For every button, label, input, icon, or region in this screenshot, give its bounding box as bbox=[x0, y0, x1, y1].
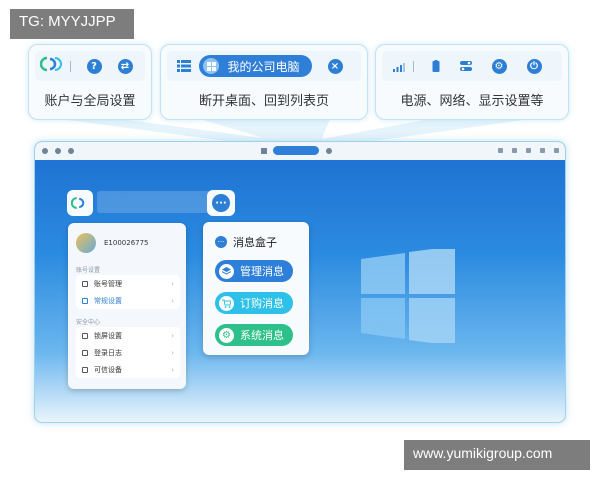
layers-icon bbox=[219, 263, 234, 279]
power-icon[interactable] bbox=[554, 148, 559, 153]
group-label: 账号设置 bbox=[76, 267, 101, 274]
help-icon[interactable]: ? bbox=[86, 58, 102, 74]
toggle-icon[interactable] bbox=[526, 148, 531, 153]
computer-name-pill[interactable]: 我的公司电脑 bbox=[199, 55, 312, 77]
list-icon[interactable] bbox=[177, 57, 192, 76]
app-logo-button[interactable] bbox=[67, 190, 93, 216]
computer-name-label: 我的公司电脑 bbox=[227, 59, 300, 74]
lock-icon bbox=[82, 332, 88, 339]
chevron-right-icon: › bbox=[171, 331, 174, 340]
chevron-right-icon: › bbox=[171, 296, 174, 305]
app-logo-icon[interactable] bbox=[39, 56, 62, 76]
battery-icon[interactable] bbox=[512, 148, 517, 153]
app-strip bbox=[97, 191, 217, 213]
callout-disconnect: 我的公司电脑 × 断开桌面、回到列表页 bbox=[160, 44, 368, 120]
account-panel: E100026775 账号设置 账号管理 › 常规设置 › 安全中心 锁屏设置 … bbox=[68, 223, 186, 389]
remote-desktop-screen: E100026775 账号设置 账号管理 › 常规设置 › 安全中心 锁屏设置 … bbox=[34, 141, 566, 423]
watermark-top-left: TG: MYYJJPP bbox=[10, 9, 134, 39]
chevron-right-icon: › bbox=[171, 365, 174, 374]
list-icon[interactable] bbox=[261, 147, 267, 154]
message-panel-title: ··· 消息盒子 bbox=[215, 234, 277, 250]
windows-icon bbox=[203, 58, 220, 74]
signal-icon[interactable] bbox=[498, 148, 503, 153]
menu-item-lock-screen[interactable]: 锁屏设置 › bbox=[76, 327, 180, 344]
sliders-icon bbox=[82, 297, 88, 304]
account-id: E100026775 bbox=[104, 239, 149, 247]
menu-item-trusted-devices[interactable]: 可信设备 › bbox=[76, 361, 180, 378]
menu-item-label: 账号管理 bbox=[94, 279, 122, 288]
refresh-icon[interactable]: ⇄ bbox=[117, 58, 133, 74]
refresh-icon[interactable] bbox=[68, 148, 74, 154]
message-button[interactable]: ··· bbox=[207, 190, 235, 216]
chevron-right-icon: › bbox=[171, 279, 174, 288]
menu-item-label: 可信设备 bbox=[94, 365, 122, 374]
manage-messages-button[interactable]: 管理消息 bbox=[215, 260, 293, 282]
security-menu: 锁屏设置 › 登录日志 › 可信设备 › bbox=[76, 327, 180, 378]
callout-system-settings: ⚙ ⏻ 电源、网络、显示设置等 bbox=[375, 44, 569, 120]
message-icon: ··· bbox=[212, 194, 230, 212]
gear-icon[interactable] bbox=[540, 148, 545, 153]
chevron-right-icon: › bbox=[171, 348, 174, 357]
gear-icon: ⚙ bbox=[219, 327, 234, 343]
toggle-icon[interactable] bbox=[459, 57, 472, 76]
callout-caption: 账户与全局设置 bbox=[44, 94, 136, 109]
system-messages-button[interactable]: ⚙ 系统消息 bbox=[215, 324, 293, 346]
app-logo-icon bbox=[71, 197, 85, 209]
callout-caption: 电源、网络、显示设置等 bbox=[400, 94, 544, 109]
menu-item-label: 锁屏设置 bbox=[94, 331, 122, 340]
account-header: E100026775 bbox=[76, 233, 149, 253]
message-title-label: 消息盒子 bbox=[233, 236, 277, 249]
log-icon bbox=[82, 349, 88, 356]
avatar[interactable] bbox=[76, 233, 96, 253]
button-label: 管理消息 bbox=[240, 265, 284, 278]
watermark-bottom-right: www.yumikigroup.com bbox=[404, 440, 590, 470]
user-icon bbox=[82, 280, 88, 287]
callout-caption: 断开桌面、回到列表页 bbox=[198, 94, 329, 109]
app-logo-icon[interactable] bbox=[42, 148, 48, 154]
menu-item-label: 常规设置 bbox=[94, 296, 122, 305]
power-icon[interactable]: ⏻ bbox=[526, 58, 542, 74]
separator bbox=[412, 60, 414, 72]
battery-icon[interactable] bbox=[432, 57, 440, 76]
callout-toolbar: 我的公司电脑 × bbox=[167, 51, 361, 81]
gear-icon[interactable]: ⚙ bbox=[491, 58, 507, 74]
order-messages-button[interactable]: 订购消息 bbox=[215, 292, 293, 314]
topbar-center bbox=[261, 146, 332, 155]
message-panel: ··· 消息盒子 管理消息 订购消息 ⚙ 系统消息 bbox=[203, 222, 309, 355]
menu-item-label: 登录日志 bbox=[94, 348, 122, 357]
callout-toolbar: ⚙ ⏻ bbox=[382, 51, 562, 81]
topbar-right bbox=[489, 148, 559, 153]
close-icon[interactable]: × bbox=[327, 58, 343, 74]
callout-account-settings: ? ⇄ 账户与全局设置 bbox=[28, 44, 152, 120]
account-settings-menu: 账号管理 › 常规设置 › bbox=[76, 275, 180, 309]
group-label: 安全中心 bbox=[76, 319, 101, 326]
computer-name-pill[interactable] bbox=[273, 146, 319, 155]
cart-icon bbox=[219, 295, 234, 311]
separator bbox=[69, 60, 71, 72]
button-label: 订购消息 bbox=[240, 297, 284, 310]
button-label: 系统消息 bbox=[240, 329, 284, 342]
desktop-topbar bbox=[35, 142, 565, 160]
menu-item-account-management[interactable]: 账号管理 › bbox=[76, 275, 180, 292]
message-icon: ··· bbox=[215, 236, 227, 248]
close-icon[interactable] bbox=[326, 147, 332, 154]
windows-logo-wallpaper bbox=[361, 249, 455, 343]
signal-icon[interactable] bbox=[392, 57, 405, 76]
help-icon[interactable] bbox=[55, 148, 61, 154]
menu-item-general-settings[interactable]: 常规设置 › bbox=[76, 292, 180, 309]
callout-toolbar: ? ⇄ bbox=[35, 51, 145, 81]
menu-item-login-log[interactable]: 登录日志 › bbox=[76, 344, 180, 361]
device-icon bbox=[82, 366, 88, 373]
